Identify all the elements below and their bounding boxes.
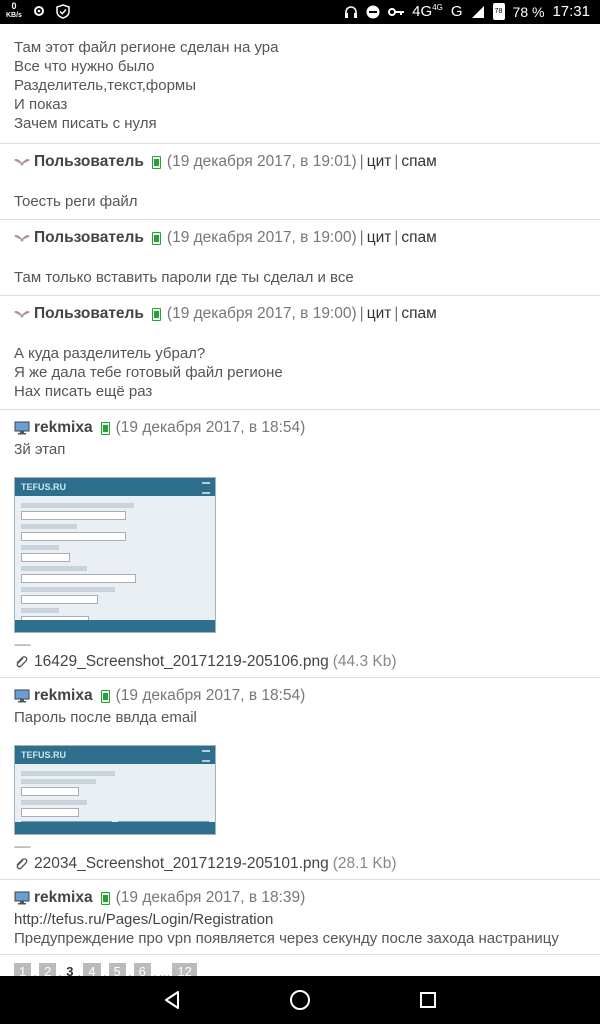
- wings-avatar-icon: [14, 311, 30, 318]
- status-bar: 0 KB/s 4G4G G 78 78 % 17:31: [0, 0, 600, 24]
- mobile-icon: [151, 231, 161, 245]
- post-message: 3й этап: [14, 441, 66, 458]
- post: Пользователь (19 декабря 2017, в 19:00) …: [0, 220, 600, 296]
- thumbnail-header: TEFUS.RU: [15, 478, 215, 496]
- back-icon[interactable]: [160, 988, 184, 1012]
- recents-icon[interactable]: [416, 988, 440, 1012]
- paperclip-icon: [16, 858, 28, 870]
- settings-icon: [33, 6, 44, 16]
- spam-link[interactable]: спам: [401, 228, 436, 248]
- post-header: rekmixa (19 декабря 2017, в 18:54): [14, 418, 586, 438]
- post-header: Пользователь (19 декабря 2017, в 19:00) …: [14, 228, 586, 248]
- post: rekmixa (19 декабря 2017, в 18:54) 3й эт…: [0, 410, 600, 678]
- attachment-filename[interactable]: 16429_Screenshot_20171219-205106.png: [34, 653, 329, 671]
- page-link[interactable]: 2: [39, 963, 57, 976]
- post-date: (19 декабря 2017, в 19:00): [166, 229, 357, 246]
- post-message: Там только вставить пароли где ты сделал…: [14, 269, 354, 286]
- shield-icon: [56, 3, 70, 19]
- author-name[interactable]: rekmixa: [34, 418, 93, 438]
- wings-avatar-icon: [14, 235, 30, 242]
- page-link[interactable]: 1: [14, 963, 32, 976]
- post: rekmixa (19 декабря 2017, в 18:54) Парол…: [0, 678, 600, 880]
- screenshot-thumbnail[interactable]: TEFUS.RU: [14, 745, 216, 835]
- mobile-icon: [151, 307, 161, 321]
- post: Пользователь (19 декабря 2017, в 19:01) …: [0, 144, 600, 220]
- post-header: rekmixa (19 декабря 2017, в 18:39): [14, 888, 586, 908]
- separator-dashes: ------: [14, 639, 31, 651]
- monitor-avatar-icon: [14, 891, 30, 905]
- post-date: (19 декабря 2017, в 18:54): [115, 419, 306, 436]
- quote-link[interactable]: цит: [367, 152, 392, 172]
- post-message: http://tefus.ru/Pages/Login/Registration…: [14, 910, 586, 948]
- mobile-icon: [100, 689, 110, 703]
- post-message: А куда разделитель убрал? Я же дала тебе…: [14, 345, 283, 400]
- post: rekmixa (19 декабря 2017, в 18:39) http:…: [0, 880, 600, 955]
- pagination: 1, 2, 3, 4, 5, 6, ... 12: [0, 955, 600, 976]
- spam-link[interactable]: спам: [401, 304, 436, 324]
- post-message: Тоесть реги файл: [14, 193, 138, 210]
- mobile-icon: [151, 155, 161, 169]
- author-name[interactable]: Пользователь: [34, 152, 144, 172]
- post-text: Там этот файл регионе сделан на ура Все …: [14, 39, 279, 132]
- post-date: (19 декабря 2017, в 18:54): [115, 687, 306, 704]
- author-name[interactable]: Пользователь: [34, 304, 144, 324]
- post-header: Пользователь (19 декабря 2017, в 19:01) …: [14, 152, 586, 172]
- monitor-avatar-icon: [14, 421, 30, 435]
- attachment[interactable]: 16429_Screenshot_20171219-205106.png (44…: [14, 653, 586, 671]
- post-date: (19 декабря 2017, в 19:01): [166, 153, 357, 170]
- post-header: rekmixa (19 декабря 2017, в 18:54): [14, 686, 586, 706]
- attachment-size: (44.3 Kb): [332, 653, 397, 670]
- author-name[interactable]: rekmixa: [34, 888, 93, 908]
- home-icon[interactable]: [288, 988, 312, 1012]
- battery-icon: 78: [492, 3, 505, 20]
- post-date: (19 декабря 2017, в 19:00): [166, 305, 357, 322]
- key-icon: [388, 7, 405, 16]
- quote-link[interactable]: цит: [367, 228, 392, 248]
- forum-thread[interactable]: Там этот файл регионе сделан на ура Все …: [0, 24, 600, 976]
- post-link[interactable]: http://tefus.ru/Pages/Login/Registration: [14, 910, 586, 929]
- battery-percent: 78 %: [512, 3, 545, 20]
- quote-link[interactable]: цит: [367, 304, 392, 324]
- network-speed: 0 KB/s: [6, 1, 22, 20]
- mobile-icon: [100, 891, 110, 905]
- separator-dashes: ------: [14, 841, 31, 853]
- post: Пользователь (19 декабря 2017, в 19:00) …: [0, 296, 600, 410]
- author-name[interactable]: Пользователь: [34, 228, 144, 248]
- page-current: 3: [66, 964, 74, 976]
- attachment-filename[interactable]: 22034_Screenshot_20171219-205101.png: [34, 855, 329, 873]
- page-link[interactable]: 6: [133, 963, 151, 976]
- navigation-bar: [0, 976, 600, 1024]
- attachment[interactable]: 22034_Screenshot_20171219-205101.png (28…: [14, 855, 586, 873]
- thumbnail-header: TEFUS.RU: [15, 746, 215, 764]
- post-date: (19 декабря 2017, в 18:39): [115, 889, 306, 906]
- clock: 17:31: [552, 3, 590, 20]
- page-link[interactable]: 5: [108, 963, 126, 976]
- wings-avatar-icon: [14, 159, 30, 166]
- mobile-icon: [100, 421, 110, 435]
- page-ellipsis: ...: [158, 963, 171, 977]
- post-message: Пароль после ввлда email: [14, 709, 197, 726]
- headphones-icon: [345, 5, 358, 18]
- post: Там этот файл регионе сделан на ура Все …: [0, 24, 600, 144]
- network-type: 4G4G: [412, 3, 443, 20]
- monitor-avatar-icon: [14, 689, 30, 703]
- post-header: Пользователь (19 декабря 2017, в 19:00) …: [14, 304, 586, 324]
- page-link[interactable]: 12: [172, 963, 197, 976]
- carrier-letter: G: [450, 3, 463, 20]
- author-name[interactable]: rekmixa: [34, 686, 93, 706]
- spam-link[interactable]: спам: [401, 152, 436, 172]
- page-link[interactable]: 4: [83, 963, 101, 976]
- signal-icon: [471, 5, 484, 18]
- paperclip-icon: [16, 656, 28, 668]
- screenshot-thumbnail[interactable]: TEFUS.RU: [14, 477, 216, 633]
- attachment-size: (28.1 Kb): [332, 855, 397, 872]
- do-not-disturb-icon: [366, 5, 380, 18]
